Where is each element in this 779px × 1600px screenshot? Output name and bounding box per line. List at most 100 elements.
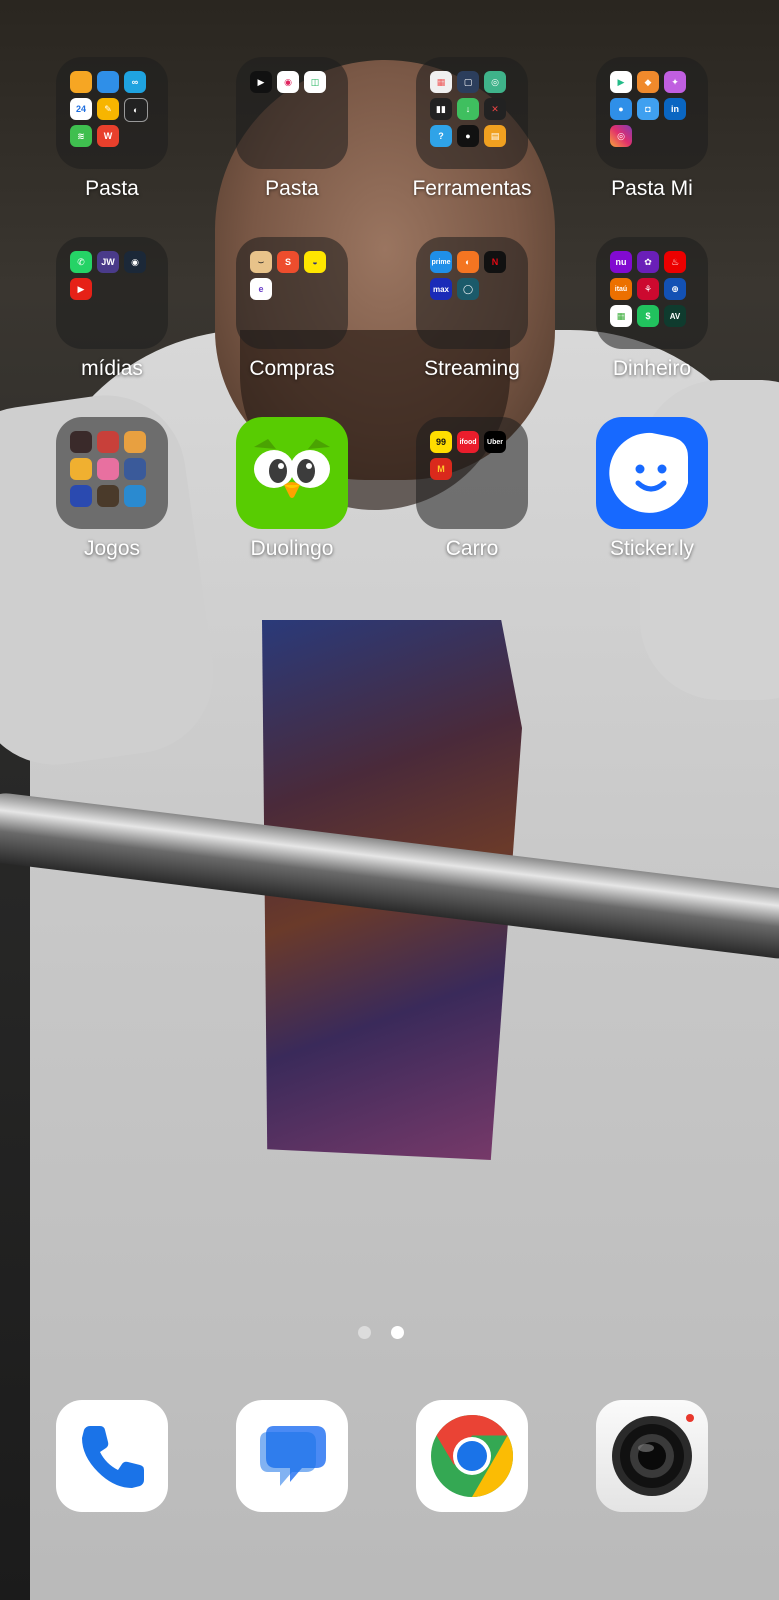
itau-icon: itaú	[610, 278, 632, 300]
uber-icon: Uber	[484, 431, 506, 453]
extra-icon: e	[250, 278, 272, 300]
dock-chrome[interactable]	[416, 1400, 528, 1512]
folder-compras[interactable]: ⌣ S ◒ e Compras	[202, 237, 382, 407]
page-dot-1[interactable]	[358, 1326, 371, 1339]
folder-tile: nu ✿ ♨ itaú ⚘ ⊕ ▦ $ AV	[596, 237, 708, 349]
folder-tile: prime ◐ N max ◯	[416, 237, 528, 349]
folder-tile: ∞ 24 ✎ ◐ ≋ W	[56, 57, 168, 169]
gov-icon: ⊕	[664, 278, 686, 300]
folder-label: Carro	[445, 537, 499, 560]
files-icon	[70, 71, 92, 93]
game1-icon	[70, 431, 92, 453]
folder-tile: ✆ JW ◉ ▶	[56, 237, 168, 349]
grade-icon: ▦	[610, 305, 632, 327]
play-icon: ▶	[250, 71, 272, 93]
folder-icon-grid	[70, 431, 154, 515]
folder-icon-grid: ⌣ S ◒ e	[250, 251, 334, 335]
camera-icon	[612, 1414, 694, 1496]
bradesco-icon: ⚘	[637, 278, 659, 300]
folder-icon-grid: ▶ ◆ ✦ ● ◘ in ◎	[610, 71, 694, 155]
game5-icon	[97, 458, 119, 480]
shopee-icon: S	[277, 251, 299, 273]
folder-tile: ▶ ◉ ◫	[236, 57, 348, 169]
prime-video-icon: prime	[430, 251, 452, 273]
linkedin-icon: in	[664, 98, 686, 120]
browser-icon: ●	[610, 98, 632, 120]
folder-pasta-mi[interactable]: ▶ ◆ ✦ ● ◘ in ◎ Pasta Mi	[562, 57, 742, 227]
sticker-ly-icon	[596, 417, 708, 529]
mcdonalds-icon: M	[430, 458, 452, 480]
calculator-icon: ▦	[430, 71, 452, 93]
picpay-icon: $	[637, 305, 659, 327]
folder-label: mídias	[81, 357, 143, 380]
page-dot-2-active[interactable]	[391, 1326, 404, 1339]
amazon-icon: ⌣	[250, 251, 272, 273]
play-store-icon: ▶	[610, 71, 632, 93]
scanner-icon: ▢	[457, 71, 479, 93]
app-sticker-ly[interactable]: Sticker.ly	[562, 417, 742, 587]
folder-label: Compras	[249, 357, 335, 380]
app-duolingo[interactable]: Duolingo	[202, 417, 382, 587]
weather-icon	[97, 71, 119, 93]
paint-icon: ✦	[664, 71, 686, 93]
folder-midias[interactable]: ✆ JW ◉ ▶ mídias	[22, 237, 202, 407]
folder-jogos[interactable]: Jogos	[22, 417, 202, 587]
folder-tile: ▶ ◆ ✦ ● ◘ in ◎	[596, 57, 708, 169]
folder-dinheiro[interactable]: nu ✿ ♨ itaú ⚘ ⊕ ▦ $ AV Dinheiro	[562, 237, 742, 407]
flower-icon: ✿	[637, 251, 659, 273]
gamepad-icon: ◘	[637, 98, 659, 120]
download-icon: ↓	[457, 98, 479, 120]
folder-label: Pasta Mi	[611, 177, 693, 200]
folder-label: Dinheiro	[612, 357, 692, 380]
folder-icon-grid: ▶ ◉ ◫	[250, 71, 334, 155]
dock-messages[interactable]	[236, 1400, 348, 1512]
duolingo-icon	[236, 417, 348, 529]
game2-icon	[97, 431, 119, 453]
netflix-icon: N	[484, 251, 506, 273]
game7-icon	[70, 485, 92, 507]
calendar-icon: 24	[70, 98, 92, 120]
folder-tile: ⌣ S ◒ e	[236, 237, 348, 349]
dock-phone[interactable]	[56, 1400, 168, 1512]
ifood-icon: ifood	[457, 431, 479, 453]
game8-icon	[97, 485, 119, 507]
max-icon: max	[430, 278, 452, 300]
messages-icon	[260, 1426, 326, 1486]
music-icon: ◉	[277, 71, 299, 93]
folder-label: Jogos	[83, 537, 141, 560]
santander-icon: ♨	[664, 251, 686, 273]
mercado-livre-icon: ◒	[304, 251, 326, 273]
folder-tile: ▦ ▢ ◎ ▮▮ ↓ ✕ ? ● ▤	[416, 57, 528, 169]
signal-icon: ◎	[484, 71, 506, 93]
compass-icon: ◐	[124, 98, 148, 122]
game9-icon	[124, 485, 146, 507]
nubank-icon: nu	[610, 251, 632, 273]
folder-ferramentas[interactable]: ▦ ▢ ◎ ▮▮ ↓ ✕ ? ● ▤ Ferramentas	[382, 57, 562, 227]
folder-pasta-1[interactable]: ∞ 24 ✎ ◐ ≋ W Pasta	[22, 57, 202, 227]
page-indicator	[358, 1326, 418, 1342]
youtube-icon: ▶	[70, 278, 92, 300]
av-icon: AV	[664, 305, 686, 327]
cup-icon: ◫	[304, 71, 326, 93]
mi-icon: ◆	[637, 71, 659, 93]
jw-library-icon: JW	[97, 251, 119, 273]
folder-streaming[interactable]: prime ◐ N max ◯ Streaming	[382, 237, 562, 407]
stack-icon: ≋	[70, 125, 92, 147]
help-icon: ?	[430, 125, 452, 147]
folder-label: Ferramentas	[412, 177, 532, 200]
dock-camera[interactable]	[596, 1400, 708, 1512]
folder-label: Streaming	[424, 357, 520, 380]
folder-tile: 99 ifood Uber M	[416, 417, 528, 529]
folder-icon-grid: ∞ 24 ✎ ◐ ≋ W	[70, 71, 154, 155]
folder-icon-grid: prime ◐ N max ◯	[430, 251, 514, 335]
wps-office-icon: W	[97, 125, 119, 147]
folder-pasta-2[interactable]: ▶ ◉ ◫ Pasta	[202, 57, 382, 227]
game6-icon	[124, 458, 146, 480]
folder-label: Pasta	[85, 177, 139, 200]
folder-carro[interactable]: 99 ifood Uber M Carro	[382, 417, 562, 587]
folder-icon-grid: nu ✿ ♨ itaú ⚘ ⊕ ▦ $ AV	[610, 251, 694, 335]
app-label: Sticker.ly	[609, 537, 695, 560]
99-icon: 99	[430, 431, 452, 453]
folder-icon-grid: ✆ JW ◉ ▶	[70, 251, 154, 335]
folder-tile	[56, 417, 168, 529]
